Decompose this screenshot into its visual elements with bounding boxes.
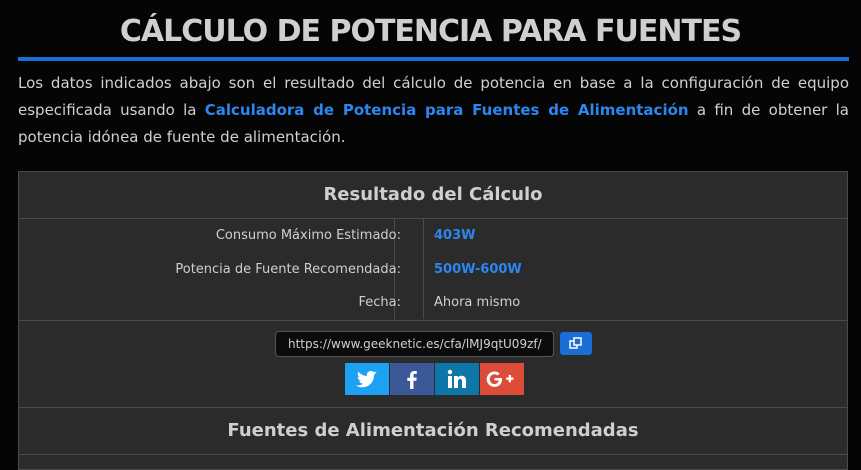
result-row-date: Fecha: Ahora mismo bbox=[19, 286, 847, 320]
row-label: Consumo Máximo Estimado: bbox=[215, 228, 401, 243]
google-plus-icon bbox=[486, 371, 514, 387]
section-divider bbox=[19, 320, 847, 321]
twitter-icon bbox=[356, 371, 377, 388]
share-url-field[interactable]: https://www.geeknetic.es/cfa/lMJ9qtU09zf… bbox=[275, 331, 554, 357]
row-value: Ahora mismo bbox=[434, 295, 521, 310]
calculator-link[interactable]: Calculadora de Potencia para Fuentes de … bbox=[205, 101, 689, 119]
share-linkedin-button[interactable] bbox=[435, 363, 479, 395]
result-row-recommended-power: Potencia de Fuente Recomendada: 500W-600… bbox=[19, 253, 847, 287]
row-label: Fecha: bbox=[358, 295, 402, 310]
linkedin-icon bbox=[447, 369, 466, 388]
copy-icon bbox=[569, 337, 582, 349]
share-google-plus-button[interactable] bbox=[480, 363, 524, 395]
share-facebook-button[interactable] bbox=[390, 363, 434, 395]
row-value: 403W bbox=[434, 228, 476, 243]
row-value: 500W-600W bbox=[434, 262, 522, 277]
title-divider bbox=[18, 57, 849, 61]
result-panel: Resultado del Cálculo Consumo Máximo Est… bbox=[18, 171, 848, 470]
section-divider bbox=[19, 454, 847, 455]
share-twitter-button[interactable] bbox=[345, 363, 389, 395]
recommended-heading: Fuentes de Alimentación Recomendadas bbox=[227, 420, 639, 441]
facebook-icon bbox=[407, 371, 417, 389]
page-title: CÁLCULO DE POTENCIA PARA FUENTES bbox=[119, 14, 742, 49]
row-label: Potencia de Fuente Recomendada: bbox=[175, 262, 401, 277]
copy-url-button[interactable] bbox=[560, 332, 592, 355]
result-row-consumption: Consumo Máximo Estimado: 403W bbox=[19, 219, 847, 253]
intro-paragraph: Los datos indicados abajo son el resulta… bbox=[18, 70, 849, 151]
result-heading: Resultado del Cálculo bbox=[19, 172, 847, 219]
